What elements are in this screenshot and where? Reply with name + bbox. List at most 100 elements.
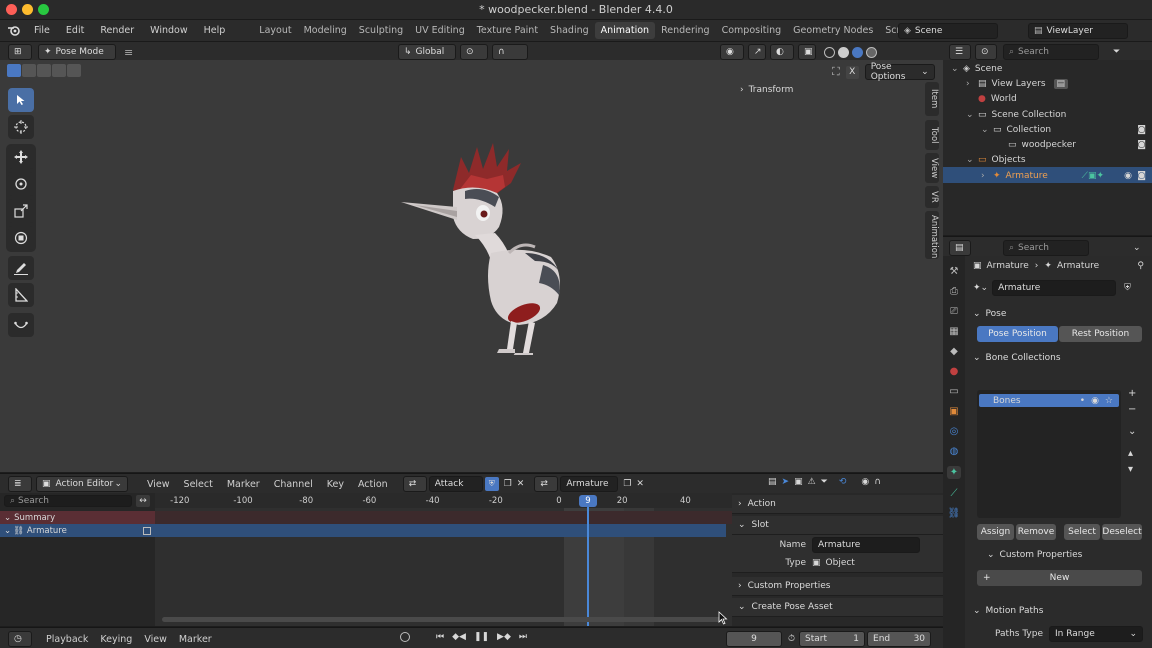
workspace-tab-sculpting[interactable]: Sculpting: [353, 22, 409, 39]
overlay-toggle[interactable]: ◐: [770, 44, 794, 60]
properties-editor-type[interactable]: ▤: [949, 240, 971, 256]
outliner-row-collection[interactable]: ⌄ ▭ Collection ◙: [943, 122, 1152, 137]
view-layer-tab-icon[interactable]: ▦: [949, 326, 958, 337]
ae-editor-type-selector[interactable]: ≣: [8, 476, 32, 492]
channel-armature[interactable]: ⌄ ⛓ Armature: [0, 524, 155, 537]
playhead-frame-label[interactable]: 9: [579, 495, 597, 507]
timeline-menu-keying[interactable]: Keying: [94, 634, 138, 645]
transform-orientation-selector[interactable]: ↳ Global: [398, 44, 456, 60]
remove-button[interactable]: Remove: [1016, 524, 1056, 540]
sidebar-tab-vr[interactable]: VR: [925, 186, 939, 208]
eye-icon[interactable]: ◉: [1091, 396, 1099, 406]
select-button[interactable]: Select: [1064, 524, 1100, 540]
move-up-icon[interactable]: ▴: [1128, 448, 1136, 459]
outliner-search-input[interactable]: ⌕ Search: [1003, 44, 1099, 60]
action-browse-button[interactable]: ⇄: [402, 476, 427, 492]
modifier-tab-icon[interactable]: ◎: [950, 426, 959, 437]
measure-tool[interactable]: [8, 283, 34, 307]
star-icon[interactable]: ☆: [1105, 396, 1113, 406]
sidebar-tab-view[interactable]: View: [925, 153, 939, 183]
physics-tab-icon[interactable]: ◍: [950, 446, 959, 457]
auto-snap-icon[interactable]: ⟲: [839, 477, 847, 487]
playhead-line[interactable]: [587, 500, 589, 626]
pause-icon[interactable]: ❚❚: [474, 632, 489, 642]
action-panel-header[interactable]: › Action: [732, 495, 943, 514]
timeline-menu-playback[interactable]: Playback: [40, 634, 94, 645]
unlink-slot-icon[interactable]: ✕: [636, 479, 644, 489]
outliner-row-scene-collection[interactable]: ⌄ ▭ Scene Collection: [943, 107, 1152, 122]
horizontal-scrollbar[interactable]: [162, 617, 722, 622]
scene-tab-icon[interactable]: ◆: [950, 346, 958, 357]
custom-properties-panel-header[interactable]: › Custom Properties: [732, 577, 943, 596]
paths-type-dropdown[interactable]: In Range ⌄: [1049, 626, 1143, 642]
gizmo-toggle[interactable]: ↗: [748, 44, 766, 60]
chevron-down-icon[interactable]: ⌄: [951, 64, 961, 74]
sidebar-tab-animation[interactable]: Animation: [925, 211, 939, 259]
select-box-tool[interactable]: [8, 88, 34, 112]
stopwatch-icon[interactable]: ⏱: [788, 634, 795, 644]
ae-mode-selector[interactable]: ▣ Action Editor ⌄: [36, 476, 128, 492]
create-pose-asset-panel-header[interactable]: ⌄ Create Pose Asset: [732, 598, 943, 617]
move-down-icon[interactable]: ▾: [1128, 464, 1136, 475]
transform-panel-header[interactable]: › Transform: [740, 85, 793, 95]
mode-selector[interactable]: ✦ Pose Mode: [38, 44, 116, 60]
scale-tool[interactable]: [8, 199, 34, 223]
chevron-right-icon[interactable]: ›: [981, 171, 991, 181]
channel-search-input[interactable]: ⌕ Search: [4, 494, 132, 507]
datablock-name-field[interactable]: Armature: [992, 280, 1117, 296]
pose-section-header[interactable]: ⌄ Pose: [965, 304, 1152, 324]
view-layer-selector[interactable]: ▤ ViewLayer: [1028, 23, 1128, 39]
chevron-down-icon[interactable]: ⌄: [966, 155, 976, 165]
move-tool[interactable]: [8, 145, 34, 169]
outliner-editor-type[interactable]: ☰: [949, 44, 971, 60]
solid-shading-icon[interactable]: [838, 46, 849, 58]
armature-data-tab-icon[interactable]: ✦: [946, 466, 962, 479]
workspace-tab-modeling[interactable]: Modeling: [298, 22, 353, 39]
outliner-row-world[interactable]: ● World: [943, 92, 1152, 107]
proportional-edit-icon[interactable]: ◉: [861, 477, 869, 487]
duplicate-slot-icon[interactable]: ❐: [623, 479, 631, 489]
armature-data-icon[interactable]: ✦⌄: [973, 283, 988, 293]
filter-icon[interactable]: ⏷: [1113, 47, 1120, 57]
swap-channels-icon[interactable]: ↔: [136, 494, 150, 507]
workspace-tab-rendering[interactable]: Rendering: [655, 22, 716, 39]
pose-x-icon[interactable]: X: [845, 65, 859, 79]
rest-position-button[interactable]: Rest Position: [1059, 326, 1142, 342]
workspace-tab-layout[interactable]: Layout: [253, 22, 297, 39]
fake-user-icon[interactable]: ⛨: [1124, 283, 1131, 293]
outliner-row-objects[interactable]: ⌄ ▭ Objects: [943, 153, 1152, 168]
show-cursor-icon[interactable]: ➤: [782, 477, 790, 487]
slot-browse-button[interactable]: ⇄: [534, 476, 559, 492]
blender-logo-icon[interactable]: [0, 25, 26, 36]
annotate-tool[interactable]: [8, 256, 34, 280]
new-property-button[interactable]: + New: [977, 570, 1142, 586]
world-tab-icon[interactable]: ●: [950, 366, 959, 377]
ae-menu-key[interactable]: Key: [320, 479, 351, 490]
assign-button[interactable]: Assign: [977, 524, 1014, 540]
end-frame-field[interactable]: End 30: [867, 631, 932, 647]
menu-file[interactable]: File: [26, 25, 58, 36]
bone-custom-properties-header[interactable]: ⌄ Custom Properties: [987, 545, 1082, 565]
rendered-shading-icon[interactable]: [866, 46, 877, 58]
editor-type-selector[interactable]: ⊞: [8, 44, 32, 60]
camera-icon[interactable]: ◙: [1137, 171, 1146, 181]
bone-tab-icon[interactable]: ⟋: [951, 488, 958, 499]
errors-icon[interactable]: ⚠: [808, 477, 816, 487]
outliner-row-armature[interactable]: › ✦ Armature ⟋▣✦ ◉ ◙: [943, 168, 1152, 183]
scene-selector[interactable]: ◈ Scene: [898, 23, 998, 39]
properties-search-input[interactable]: ⌕ Search: [1003, 240, 1089, 256]
chevron-down-icon[interactable]: ⌄: [981, 125, 991, 135]
camera-icon[interactable]: ◙: [1137, 140, 1146, 150]
workspace-tab-geometry-nodes[interactable]: Geometry Nodes: [787, 22, 879, 39]
menu-window[interactable]: Window: [142, 25, 195, 36]
menu-help[interactable]: Help: [196, 25, 234, 36]
workspace-tab-texture-paint[interactable]: Texture Paint: [471, 22, 544, 39]
snap-selector[interactable]: ∩: [492, 44, 528, 60]
material-shading-icon[interactable]: [852, 46, 863, 58]
pivot-point-selector[interactable]: ⊙: [460, 44, 488, 60]
deselect-button[interactable]: Deselect: [1102, 524, 1142, 540]
xray-toggle[interactable]: ▣: [798, 44, 816, 60]
unlink-action-icon[interactable]: ✕: [517, 479, 525, 489]
falloff-icon[interactable]: ∩: [874, 477, 881, 487]
menu-edit[interactable]: Edit: [58, 25, 92, 36]
